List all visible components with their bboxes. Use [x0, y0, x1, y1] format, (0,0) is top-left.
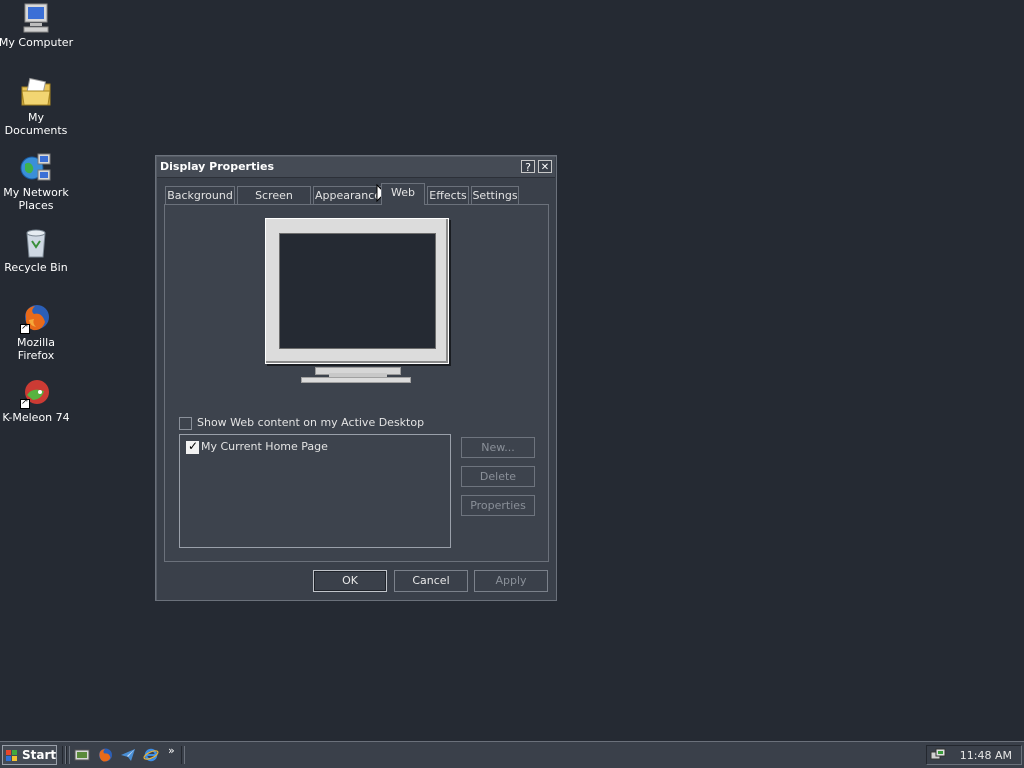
- web-items-list[interactable]: My Current Home Page: [179, 434, 451, 548]
- firefox-icon: [20, 302, 52, 334]
- clock[interactable]: 11:48 AM: [960, 749, 1012, 762]
- network-tray-icon[interactable]: [930, 747, 946, 763]
- internet-explorer-icon[interactable]: [143, 747, 159, 763]
- title-bar[interactable]: Display Properties ? ✕: [157, 157, 555, 178]
- desktop-icon-label: My Computer: [0, 36, 74, 49]
- network-places-icon: [20, 152, 52, 184]
- ok-button[interactable]: OK: [313, 570, 387, 592]
- taskbar-separator: [181, 746, 185, 764]
- quick-launch-chevron[interactable]: »: [168, 744, 175, 757]
- dialog-title: Display Properties: [160, 160, 275, 173]
- desktop-icon-label: Mozilla Firefox: [17, 336, 55, 362]
- my-computer-icon: [20, 2, 52, 34]
- properties-button[interactable]: Properties: [461, 495, 535, 516]
- desktop-icon-label: My Documents: [4, 111, 68, 137]
- show-desktop-icon[interactable]: [74, 747, 90, 763]
- desktop-icon-recycle-bin[interactable]: Recycle Bin: [0, 227, 74, 274]
- desktop-icon-my-documents[interactable]: My Documents: [0, 77, 74, 137]
- close-button[interactable]: ✕: [538, 160, 552, 173]
- firefox-icon[interactable]: [97, 747, 113, 763]
- cancel-button[interactable]: Cancel: [394, 570, 468, 592]
- tab-screen-saver[interactable]: Screen Saver: [237, 186, 311, 219]
- thunderbird-icon[interactable]: [120, 747, 136, 763]
- desktop-icon-network-places[interactable]: My Network Places: [0, 152, 74, 212]
- tab-background[interactable]: Background: [165, 186, 235, 204]
- desktop-icon-my-computer[interactable]: My Computer: [0, 2, 74, 49]
- recycle-bin-icon: [20, 227, 52, 259]
- taskbar: Start » 11:48 AM: [0, 741, 1024, 768]
- tab-settings[interactable]: Settings: [471, 186, 519, 204]
- k-meleon-icon: [20, 377, 52, 409]
- shortcut-arrow-icon: [20, 397, 30, 409]
- system-tray: 11:48 AM: [926, 745, 1022, 765]
- delete-button[interactable]: Delete: [461, 466, 535, 487]
- tab-appearance[interactable]: Appearance: [313, 186, 383, 204]
- tab-web[interactable]: Web: [381, 183, 425, 205]
- monitor-preview: [265, 218, 449, 364]
- desktop-icon-label: K-Meleon 74: [2, 411, 70, 424]
- home-page-label[interactable]: My Current Home Page: [201, 440, 328, 453]
- my-documents-icon: [20, 77, 52, 109]
- start-button[interactable]: Start: [2, 745, 57, 765]
- show-web-content-label[interactable]: Show Web content on my Active Desktop: [197, 416, 424, 429]
- help-button[interactable]: ?: [521, 160, 535, 174]
- desktop-icon-label: Recycle Bin: [4, 261, 68, 274]
- tab-effects[interactable]: Effects: [427, 186, 469, 204]
- new-button[interactable]: New...: [461, 437, 535, 458]
- apply-button[interactable]: Apply: [474, 570, 548, 592]
- taskbar-separator: [66, 746, 70, 764]
- desktop-icon-label: My Network Places: [3, 186, 69, 212]
- shortcut-arrow-icon: [20, 322, 30, 334]
- windows-logo-icon: [6, 749, 18, 761]
- desktop-icon-k-meleon[interactable]: K-Meleon 74: [0, 377, 74, 424]
- show-web-content-checkbox[interactable]: [179, 417, 192, 430]
- start-label: Start: [22, 748, 57, 762]
- display-properties-dialog: Display Properties ? ✕ Background Screen…: [155, 155, 557, 601]
- monitor-screen: [279, 233, 436, 349]
- web-tab-panel: Show Web content on my Active Desktop My…: [164, 204, 549, 562]
- desktop-icon-mozilla-firefox[interactable]: Mozilla Firefox: [0, 302, 74, 362]
- home-page-checkbox[interactable]: [186, 439, 199, 454]
- monitor-base: [301, 377, 411, 383]
